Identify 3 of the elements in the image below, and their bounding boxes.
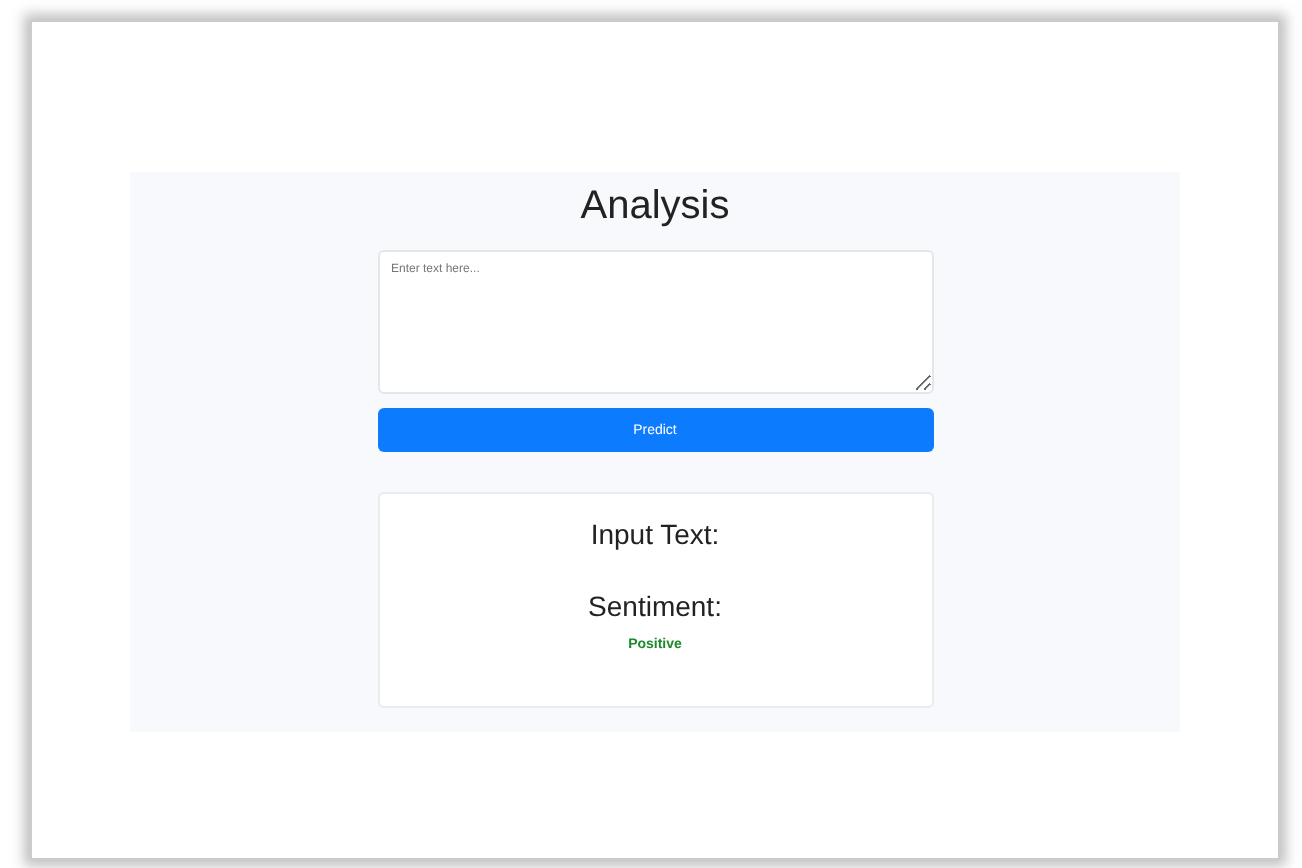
- sentiment-heading: Sentiment:: [588, 590, 722, 622]
- page-title: Analysis: [580, 184, 730, 230]
- input-text-heading: Input Text:: [590, 518, 720, 550]
